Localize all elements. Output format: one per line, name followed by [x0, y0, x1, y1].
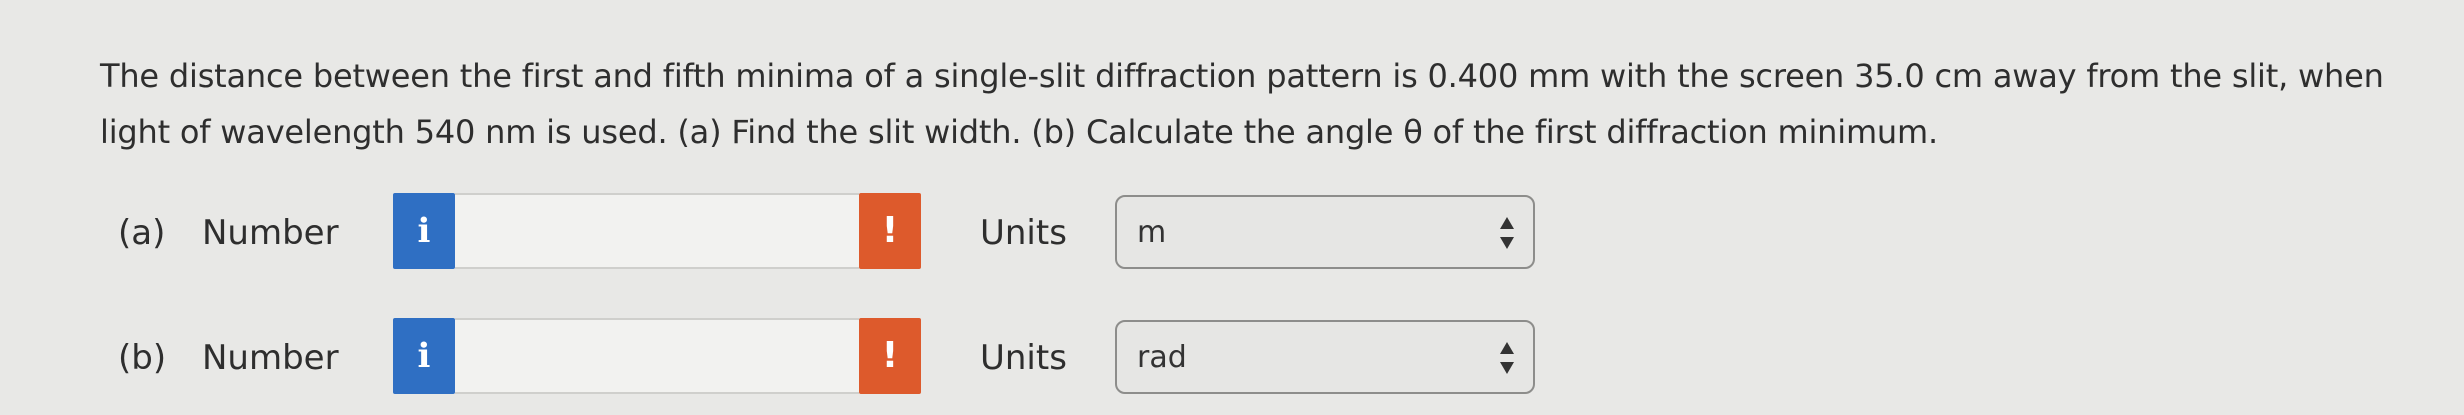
up-down-arrows-icon: [1499, 217, 1515, 249]
exclamation-icon[interactable]: !: [859, 193, 921, 269]
info-icon[interactable]: i: [393, 318, 455, 394]
answer-row-b: (b) Number i ! Units rad: [118, 318, 1568, 398]
answer-input-a[interactable]: [455, 193, 859, 269]
arrow-down-icon: [1500, 237, 1514, 249]
up-down-arrows-icon: [1499, 342, 1515, 374]
units-select-a[interactable]: m: [1115, 195, 1535, 269]
arrow-up-icon: [1500, 217, 1514, 229]
number-label-a: Number: [202, 213, 339, 253]
number-label-b: Number: [202, 338, 339, 378]
units-selected-value-b: rad: [1137, 340, 1187, 375]
units-select-b[interactable]: rad: [1115, 320, 1535, 394]
arrow-up-icon: [1500, 342, 1514, 354]
part-label-b: (b): [118, 338, 167, 378]
units-label-a: Units: [980, 213, 1067, 253]
part-label-a: (a): [118, 213, 166, 253]
exclamation-icon[interactable]: !: [859, 318, 921, 394]
answer-input-b[interactable]: [455, 318, 859, 394]
answer-row-a: (a) Number i ! Units m: [118, 193, 1568, 273]
units-selected-value-a: m: [1137, 215, 1167, 250]
question-text: The distance between the first and fifth…: [100, 57, 2384, 151]
info-icon[interactable]: i: [393, 193, 455, 269]
units-label-b: Units: [980, 338, 1067, 378]
arrow-down-icon: [1500, 362, 1514, 374]
